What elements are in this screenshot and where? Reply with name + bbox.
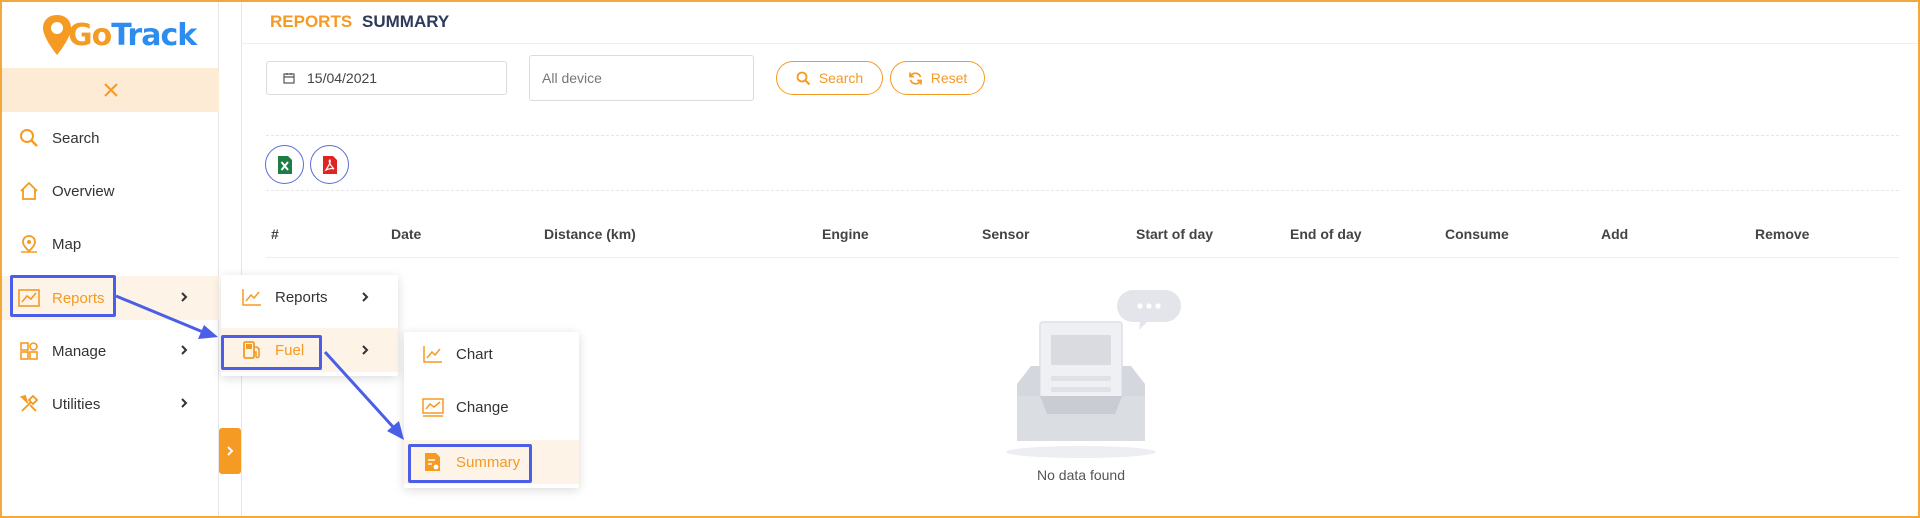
search-icon <box>796 71 811 86</box>
column-header-start-of-day: Start of day <box>1136 226 1214 242</box>
sidebar-expand-tab[interactable] <box>219 428 241 474</box>
app-logo[interactable]: GoTrack <box>42 10 197 60</box>
submenu-item-label: Summary <box>456 453 521 471</box>
chevron-right-icon <box>362 345 369 355</box>
search-icon <box>18 127 40 149</box>
date-value: 15/04/2021 <box>307 70 378 86</box>
column-header-engine: Engine <box>822 226 869 242</box>
sidebar-item-overview[interactable]: Overview <box>2 169 219 213</box>
submenu-item-label: Fuel <box>275 341 305 359</box>
chevron-right-icon <box>181 398 188 408</box>
sidebar-item-search[interactable]: Search <box>2 116 219 160</box>
reset-button-label: Reset <box>930 70 968 86</box>
calendar-icon <box>283 72 295 84</box>
divider <box>266 190 1899 191</box>
column-header-add: Add <box>1601 226 1629 242</box>
fuel-submenu: Chart Change Summary <box>404 332 579 488</box>
sidebar-item-label: Map <box>52 235 82 253</box>
table-header: # Date Distance (km) Engine Sensor Start… <box>266 212 1899 258</box>
sidebar: GoTrack Search Overview Map Reports Mana… <box>2 2 219 516</box>
close-icon <box>103 83 118 97</box>
document-icon <box>422 451 444 473</box>
pdf-icon <box>322 155 337 174</box>
sidebar-item-label: Overview <box>52 182 115 200</box>
sidebar-item-label: Search <box>52 129 100 147</box>
chevron-right-icon <box>227 446 234 456</box>
home-icon <box>18 180 40 202</box>
refresh-icon <box>908 71 923 86</box>
page-header: REPORTS SUMMARY <box>241 2 1918 44</box>
reset-button[interactable]: Reset <box>890 61 985 95</box>
column-header-sensor: Sensor <box>982 226 1030 242</box>
sidebar-item-label: Manage <box>52 342 107 360</box>
empty-inbox-illustration <box>1006 290 1181 458</box>
column-header-distance: Distance (km) <box>544 226 636 242</box>
divider <box>266 135 1899 136</box>
device-placeholder: All device <box>542 70 602 86</box>
logo-go-text: Go <box>68 17 112 53</box>
export-excel-button[interactable] <box>265 145 304 184</box>
breadcrumb-summary: SUMMARY <box>362 12 450 31</box>
sidebar-item-reports[interactable]: Reports <box>2 276 219 320</box>
chevron-right-icon <box>181 292 188 302</box>
submenu-item-label: Change <box>456 398 509 416</box>
submenu-item-reports[interactable]: Reports <box>221 275 398 319</box>
map-pin-icon <box>18 233 40 255</box>
device-select[interactable]: All device <box>529 55 754 101</box>
logo-track-text: Track <box>111 17 197 53</box>
column-header-remove: Remove <box>1755 226 1810 242</box>
grid-icon <box>18 340 40 362</box>
date-picker-input[interactable]: 15/04/2021 <box>266 61 507 95</box>
sidebar-item-utilities[interactable]: Utilities <box>2 382 219 426</box>
sidebar-item-map[interactable]: Map <box>2 222 219 266</box>
breadcrumb-reports[interactable]: REPORTS <box>270 12 352 32</box>
column-header-consume: Consume <box>1445 226 1509 242</box>
sidebar-item-label: Utilities <box>52 395 101 413</box>
fuel-pump-icon <box>241 339 263 361</box>
submenu-item-summary[interactable]: Summary <box>404 440 579 484</box>
search-button-label: Search <box>818 70 864 86</box>
line-chart-icon <box>241 286 263 308</box>
chevron-right-icon <box>181 345 188 355</box>
line-chart-icon <box>422 343 444 365</box>
reports-submenu: Reports Fuel <box>221 275 398 376</box>
submenu-item-label: Chart <box>456 345 493 363</box>
empty-state-text: No data found <box>1037 467 1125 483</box>
submenu-item-fuel[interactable]: Fuel <box>221 328 398 372</box>
column-header-end-of-day: End of day <box>1290 226 1362 242</box>
submenu-item-label: Reports <box>275 288 328 306</box>
search-button[interactable]: Search <box>776 61 883 95</box>
sidebar-item-manage[interactable]: Manage <box>2 329 219 373</box>
sidebar-item-label: Reports <box>52 289 105 307</box>
content-divider <box>241 2 242 516</box>
column-header-date: Date <box>391 226 422 242</box>
submenu-item-change[interactable]: Change <box>404 385 579 429</box>
chevron-right-icon <box>362 292 369 302</box>
export-pdf-button[interactable] <box>310 145 349 184</box>
chart-icon <box>18 287 40 309</box>
excel-icon <box>277 155 292 174</box>
monitor-chart-icon <box>422 396 444 418</box>
tools-icon <box>18 393 40 415</box>
column-header-index: # <box>271 226 279 242</box>
sidebar-close-button[interactable] <box>2 68 219 112</box>
submenu-item-chart[interactable]: Chart <box>404 332 579 376</box>
